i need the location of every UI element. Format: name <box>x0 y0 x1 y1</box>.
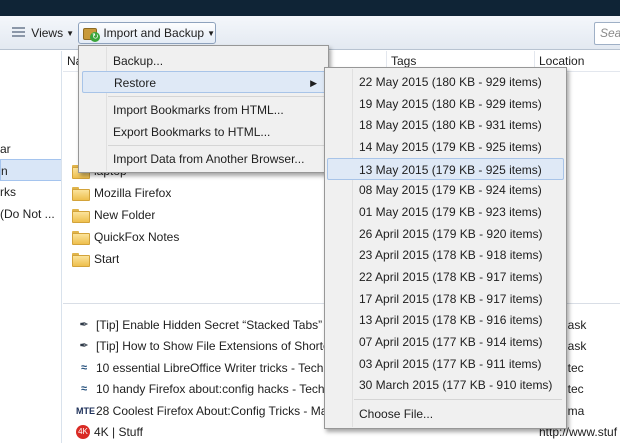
feather-icon: ✒ <box>79 319 89 331</box>
folder-row[interactable]: QuickFox Notes <box>72 226 179 248</box>
folder-label: Start <box>94 252 120 266</box>
menu-item-label: Restore <box>114 76 157 90</box>
folder-label: Mozilla Firefox <box>94 186 172 200</box>
restore-item[interactable]: 30 March 2015 (177 KB - 910 items) <box>353 374 565 396</box>
import-backup-icon: ↻ <box>83 26 101 42</box>
library-sidebar: ar n rks (Do Not ... <box>0 51 62 443</box>
menu-item-import-html[interactable]: Import Bookmarks from HTML... <box>107 99 327 121</box>
menu-separator <box>354 399 562 400</box>
bookmark-title: 10 handy Firefox about:config hacks - Te… <box>96 382 334 396</box>
menu-item-label: Import Bookmarks from HTML... <box>113 103 284 117</box>
sidebar-item[interactable]: (Do Not ... <box>0 203 61 225</box>
bookmark-title: 4K | Stuff <box>94 425 143 439</box>
folder-icon <box>72 253 90 267</box>
restore-item[interactable]: 07 April 2015 (177 KB - 914 items) <box>353 331 565 353</box>
bookmark-title: 10 essential LibreOffice Writer tricks -… <box>96 361 333 375</box>
folder-row[interactable]: Start <box>72 248 119 270</box>
choose-file-item[interactable]: Choose File... <box>353 403 565 425</box>
stuff-4k-icon: 4K <box>76 425 90 439</box>
menu-separator <box>108 96 324 97</box>
restore-item[interactable]: 08 May 2015 (179 KB - 924 items) <box>353 179 565 201</box>
folder-row[interactable]: New Folder <box>72 204 155 226</box>
folder-icon <box>72 231 90 245</box>
restore-item[interactable]: 14 May 2015 (179 KB - 925 items) <box>353 136 565 158</box>
views-icon <box>12 27 26 39</box>
restore-item[interactable]: 22 April 2015 (178 KB - 917 items) <box>353 266 565 288</box>
chevron-down-icon: ▼ <box>207 28 215 38</box>
bookmark-title: [Tip] Enable Hidden Secret “Stacked Tabs… <box>96 318 333 332</box>
import-backup-menu: Backup... Restore ▶ Import Bookmarks fro… <box>78 45 329 173</box>
sidebar-item-selected[interactable]: n <box>0 159 61 181</box>
restore-item[interactable]: 17 April 2015 (178 KB - 917 items) <box>353 288 565 310</box>
menu-item-label: Import Data from Another Browser... <box>113 152 305 166</box>
restore-item[interactable]: 03 April 2015 (177 KB - 911 items) <box>353 353 565 375</box>
restore-item[interactable]: 01 May 2015 (179 KB - 923 items) <box>353 201 565 223</box>
import-and-backup-button[interactable]: ↻ Import and Backup ▼ <box>78 22 216 44</box>
menu-item-backup[interactable]: Backup... <box>107 50 327 72</box>
menu-item-import-other-browser[interactable]: Import Data from Another Browser... <box>107 148 327 170</box>
restore-item[interactable]: 19 May 2015 (180 KB - 929 items) <box>353 93 565 115</box>
folder-label: New Folder <box>94 208 156 222</box>
techrepublic-icon: ≈ <box>80 383 88 395</box>
search-input[interactable]: Sea <box>594 22 620 45</box>
techrepublic-icon: ≈ <box>80 362 88 374</box>
folder-row[interactable]: Mozilla Firefox <box>72 182 171 204</box>
views-label: Views <box>31 26 64 40</box>
restore-item[interactable]: 13 April 2015 (178 KB - 916 items) <box>353 309 565 331</box>
sidebar-item[interactable]: rks <box>0 181 61 203</box>
chevron-down-icon: ▼ <box>66 28 74 38</box>
sidebar-item[interactable]: ar <box>0 138 61 160</box>
restore-item-highlighted[interactable]: 13 May 2015 (179 KB - 925 items) <box>327 158 564 180</box>
menu-separator <box>108 145 324 146</box>
window-titlebar <box>0 0 620 16</box>
menu-item-restore[interactable]: Restore ▶ <box>82 71 326 93</box>
folder-icon <box>72 209 90 223</box>
mte-icon: MTE <box>76 406 95 416</box>
submenu-arrow-icon: ▶ <box>310 78 317 88</box>
restore-item[interactable]: 18 May 2015 (180 KB - 931 items) <box>353 114 565 136</box>
restore-item[interactable]: 22 May 2015 (180 KB - 929 items) <box>353 71 565 93</box>
import-backup-label: Import and Backup <box>103 26 205 40</box>
folder-label: QuickFox Notes <box>94 230 180 244</box>
menu-item-label: Export Bookmarks to HTML... <box>113 125 271 139</box>
bookmark-title: 28 Coolest Firefox About:Config Tricks -… <box>96 404 328 418</box>
menu-item-label: Backup... <box>113 54 164 68</box>
feather-icon: ✒ <box>79 340 89 352</box>
bookmark-title: [Tip] How to Show File Extensions of Sho… <box>96 339 329 353</box>
folder-icon <box>72 187 90 201</box>
restore-submenu: 22 May 2015 (180 KB - 929 items) 19 May … <box>324 67 567 429</box>
restore-item[interactable]: 23 April 2015 (178 KB - 918 items) <box>353 244 565 266</box>
views-button[interactable]: Views ▼ <box>8 22 74 44</box>
menu-item-export-html[interactable]: Export Bookmarks to HTML... <box>107 121 327 143</box>
restore-item[interactable]: 26 April 2015 (179 KB - 920 items) <box>353 223 565 245</box>
